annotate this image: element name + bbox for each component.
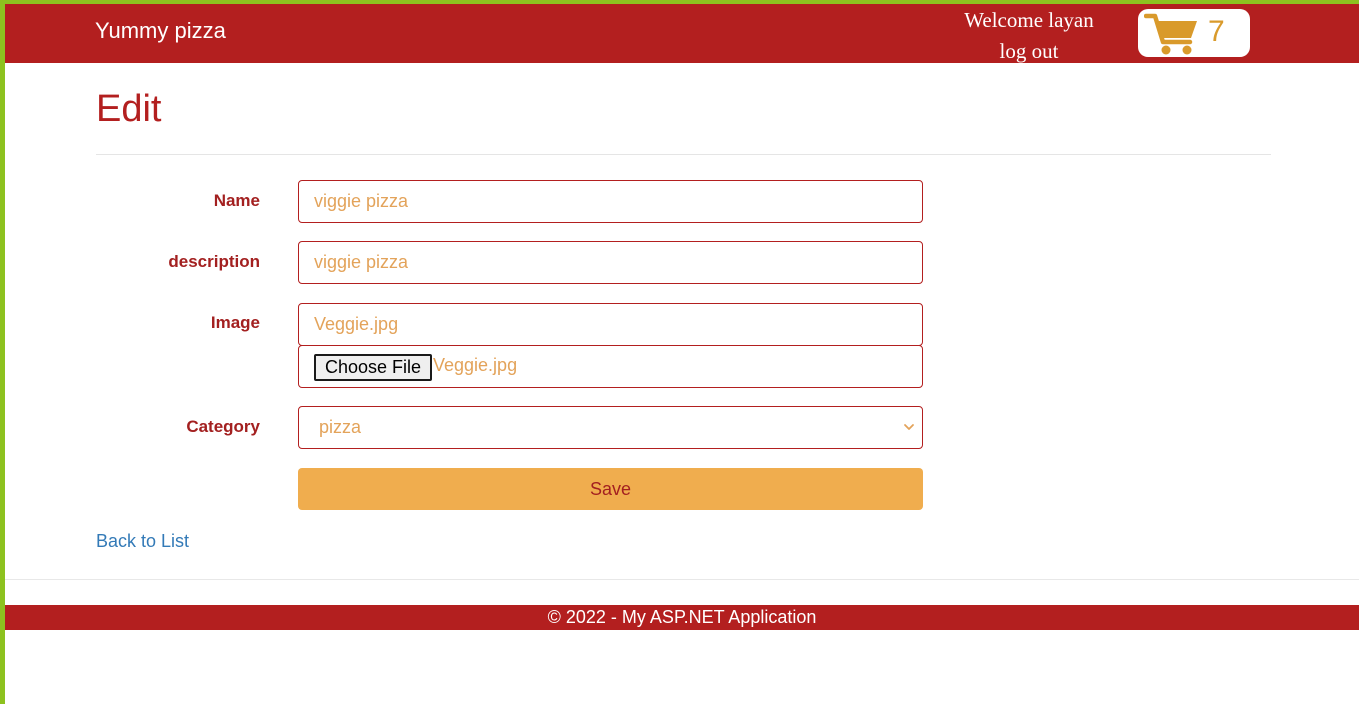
brand-link[interactable]: Yummy pizza <box>95 18 226 44</box>
description-input[interactable]: viggie pizza <box>298 241 923 284</box>
page-title: Edit <box>96 88 162 130</box>
welcome-message: Welcome layan <box>964 8 1094 32</box>
top-navbar: Yummy pizza Welcome layan log out 7 <box>5 4 1359 63</box>
image-input[interactable]: Veggie.jpg <box>298 303 923 346</box>
chosen-file-name: Veggie.jpg <box>433 355 518 375</box>
cart-button[interactable]: 7 <box>1138 9 1250 57</box>
footer-divider <box>5 579 1359 580</box>
shopping-cart-icon <box>1144 13 1197 55</box>
description-label: description <box>168 252 260 271</box>
image-file-picker: Choose File Veggie.jpg <box>298 345 923 388</box>
choose-file-button[interactable]: Choose File <box>314 354 433 381</box>
logout-link[interactable]: log out <box>945 35 1113 67</box>
back-to-list-link[interactable]: Back to List <box>96 531 189 552</box>
save-button[interactable]: Save <box>298 468 923 510</box>
cart-count: 7 <box>1208 15 1225 48</box>
page: Yummy pizza Welcome layan log out 7 Edit… <box>0 0 1359 704</box>
image-label: Image <box>210 313 260 332</box>
chevron-down-icon <box>904 424 914 430</box>
category-selected-value: pizza <box>319 417 362 437</box>
category-label: Category <box>186 417 260 436</box>
name-label: Name <box>213 191 260 210</box>
name-input[interactable]: viggie pizza <box>298 180 923 223</box>
footer: © 2022 - My ASP.NET Application <box>5 605 1359 630</box>
footer-text: © 2022 - My ASP.NET Application <box>547 607 817 627</box>
title-divider <box>96 154 1271 155</box>
category-select[interactable]: pizza <box>298 406 923 449</box>
